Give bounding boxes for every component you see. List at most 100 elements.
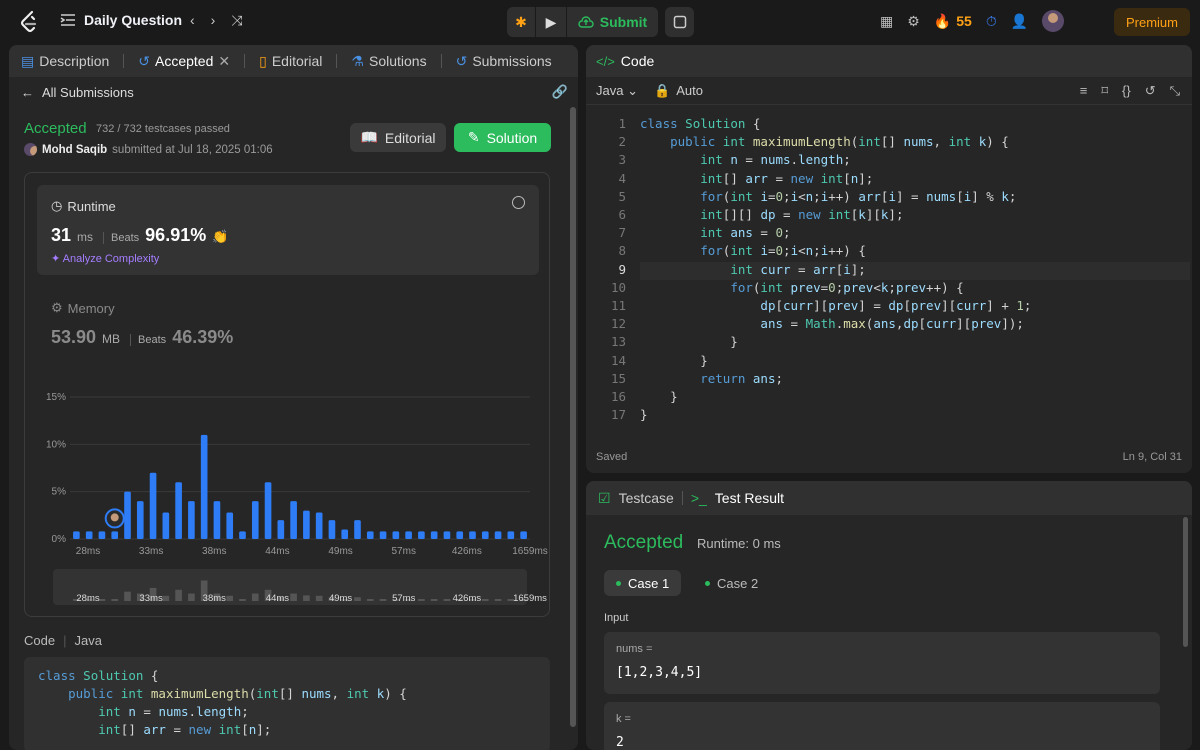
code-line[interactable]: class Solution { (640, 116, 760, 131)
chart-bar (149, 472, 157, 539)
submission-author: Mohd Saqib submitted at Jul 18, 2025 01:… (24, 143, 273, 156)
editor-header: </> Code (586, 45, 1192, 77)
chart-bar (341, 529, 349, 539)
mini-bar (354, 597, 361, 601)
tab-testcase[interactable]: Testcase (619, 490, 674, 506)
code-section-label: Code | Java (24, 633, 102, 648)
edit-icon: ✎ (467, 129, 480, 145)
close-tab-icon[interactable]: ✕ (218, 53, 230, 70)
mini-bar (239, 599, 246, 601)
add-friend-icon[interactable]: 👤 (1011, 13, 1028, 30)
editor-title: Code (620, 53, 655, 69)
tab-label: Editorial (271, 53, 323, 69)
code-line[interactable]: for(int prev=0;prev<k;prev++) { (640, 280, 963, 295)
prev-problem-icon[interactable]: ‹ (190, 12, 195, 29)
tab-accepted[interactable]: ↺ Accepted ✕ (138, 53, 230, 70)
editorial-button[interactable]: 📖 Editorial (350, 123, 446, 152)
input-value[interactable]: 2 (616, 735, 1148, 750)
fire-icon: 🔥 (933, 12, 952, 29)
memory-title[interactable]: ⚙ Memory (51, 300, 115, 316)
chart-bar (175, 482, 182, 539)
share-link-icon[interactable]: 🔗 (552, 84, 568, 100)
debug-button[interactable]: ✱ (507, 7, 535, 37)
notes-button[interactable] (665, 7, 694, 37)
braces-icon[interactable]: {} (1122, 83, 1131, 99)
format-icon[interactable]: ≡ (1080, 83, 1088, 99)
note-icon (673, 15, 686, 29)
shuffle-icon[interactable]: ⤨ (231, 12, 242, 29)
code-line[interactable]: int curr = arr[i]; (640, 262, 866, 277)
left-tabs: ▤ Description ↺ Accepted ✕ ▯ Editorial ⚗ Solu… (9, 45, 578, 77)
code-line[interactable]: for(int i=0;i<n;i++) { (640, 243, 866, 258)
code-line[interactable]: dp[curr][prev] = dp[prev][curr] + 1; (640, 298, 1031, 313)
solution-button[interactable]: ✎ Solution (454, 123, 551, 152)
premium-button[interactable]: Premium (1114, 8, 1190, 36)
author-name[interactable]: Mohd Saqib (42, 144, 107, 156)
reset-icon[interactable]: ↺ (1145, 83, 1156, 99)
tab-description[interactable]: ▤ Description (21, 53, 109, 70)
code-editor[interactable]: 1 class Solution {2 public int maximumLen… (586, 113, 1192, 433)
chart-bar (507, 531, 515, 539)
tab-label: Accepted (155, 53, 214, 69)
result-status: Accepted (604, 532, 684, 553)
code-line[interactable]: } (640, 389, 678, 404)
code-line[interactable]: int[][] dp = new int[k][k]; (640, 207, 903, 222)
auto-mode[interactable]: Auto (676, 83, 703, 98)
submission-status: Accepted (24, 120, 87, 137)
next-problem-icon[interactable]: › (211, 12, 216, 29)
code-line[interactable]: for(int i=0;i<n;i++) arr[i] = nums[i] % … (640, 189, 1016, 204)
runtime-beats-value: 96.91% (145, 225, 207, 245)
pass-dot (705, 580, 710, 586)
code-line[interactable]: } (640, 353, 708, 368)
case-1-tab[interactable]: Case 1 (604, 570, 682, 596)
chart-bar (354, 520, 361, 539)
code-line[interactable]: int n = nums.length; (640, 152, 851, 167)
runtime-distribution-chart[interactable]: 15% 10% 5% 0% 28ms 33ms 38ms 44ms 49ms 57ms 426ms 1… (25, 373, 551, 613)
mini-bar (251, 593, 259, 601)
tab-submissions[interactable]: ↺ Submissions (456, 53, 552, 70)
case-label: Case 1 (628, 575, 670, 591)
settings-gear-icon[interactable]: ⚙ (907, 13, 920, 30)
code-line[interactable]: return ans; (640, 371, 783, 386)
range-tick-label: 426ms (453, 593, 482, 604)
code-line[interactable]: int ans = 0; (640, 225, 790, 240)
history-icon: ↺ (138, 52, 150, 69)
runtime-card[interactable]: ◷ Runtime 31 ms Beats 96.91% 👏 ✦ Analyze … (37, 185, 539, 275)
tab-solutions[interactable]: ⚗ Solutions (351, 53, 426, 70)
analyze-label: Analyze Complexity (62, 253, 160, 265)
code-line[interactable]: ans = Math.max(ans,dp[curr][prev]); (640, 316, 1023, 331)
tab-editorial[interactable]: ▯ Editorial (259, 53, 322, 70)
all-submissions-link[interactable]: All Submissions (42, 85, 134, 100)
result-scrollbar[interactable] (1183, 517, 1188, 647)
info-icon[interactable] (512, 196, 525, 209)
code-line[interactable]: public int maximumLength(int[] nums, int… (640, 134, 1009, 149)
code-brackets-icon: </> (596, 53, 615, 69)
play-icon: ▶ (545, 13, 557, 30)
streak-counter[interactable]: 🔥 55 (934, 13, 972, 30)
problem-list-button[interactable]: Daily Question (60, 12, 182, 28)
leetcode-logo-icon[interactable] (18, 10, 40, 34)
user-avatar[interactable] (1042, 10, 1065, 32)
list-icon (60, 14, 75, 26)
code-line[interactable]: int[] arr = new int[n]; (640, 171, 873, 186)
line-number: 1 (618, 116, 626, 131)
code-line[interactable]: } (640, 334, 738, 349)
collapse-icon[interactable]: ⤡ (1170, 83, 1180, 99)
range-tick-label: 1659ms (513, 593, 547, 604)
book-icon: 📖 (360, 129, 378, 145)
memory-value: 53.90 (51, 327, 97, 347)
language-select[interactable]: Java ⌄ (596, 83, 638, 99)
code-line[interactable]: } (640, 407, 648, 422)
submit-button[interactable]: Submit (567, 7, 658, 37)
bookmark-icon[interactable]: ⌑ (1101, 83, 1108, 99)
back-arrow-icon[interactable]: ← (21, 85, 34, 100)
layout-grid-icon[interactable]: ▦ (880, 13, 893, 30)
analyze-complexity-link[interactable]: ✦ Analyze Complexity (51, 252, 159, 265)
input-value[interactable]: [1,2,3,4,5] (616, 665, 1148, 680)
case-2-tab[interactable]: Case 2 (693, 570, 770, 596)
timer-icon[interactable]: ⏱ (986, 13, 997, 30)
submission-header: ← All Submissions 🔗 (9, 77, 578, 107)
run-button[interactable]: ▶ (536, 7, 566, 37)
tab-test-result[interactable]: Test Result (715, 490, 784, 506)
left-scrollbar[interactable] (570, 107, 576, 727)
